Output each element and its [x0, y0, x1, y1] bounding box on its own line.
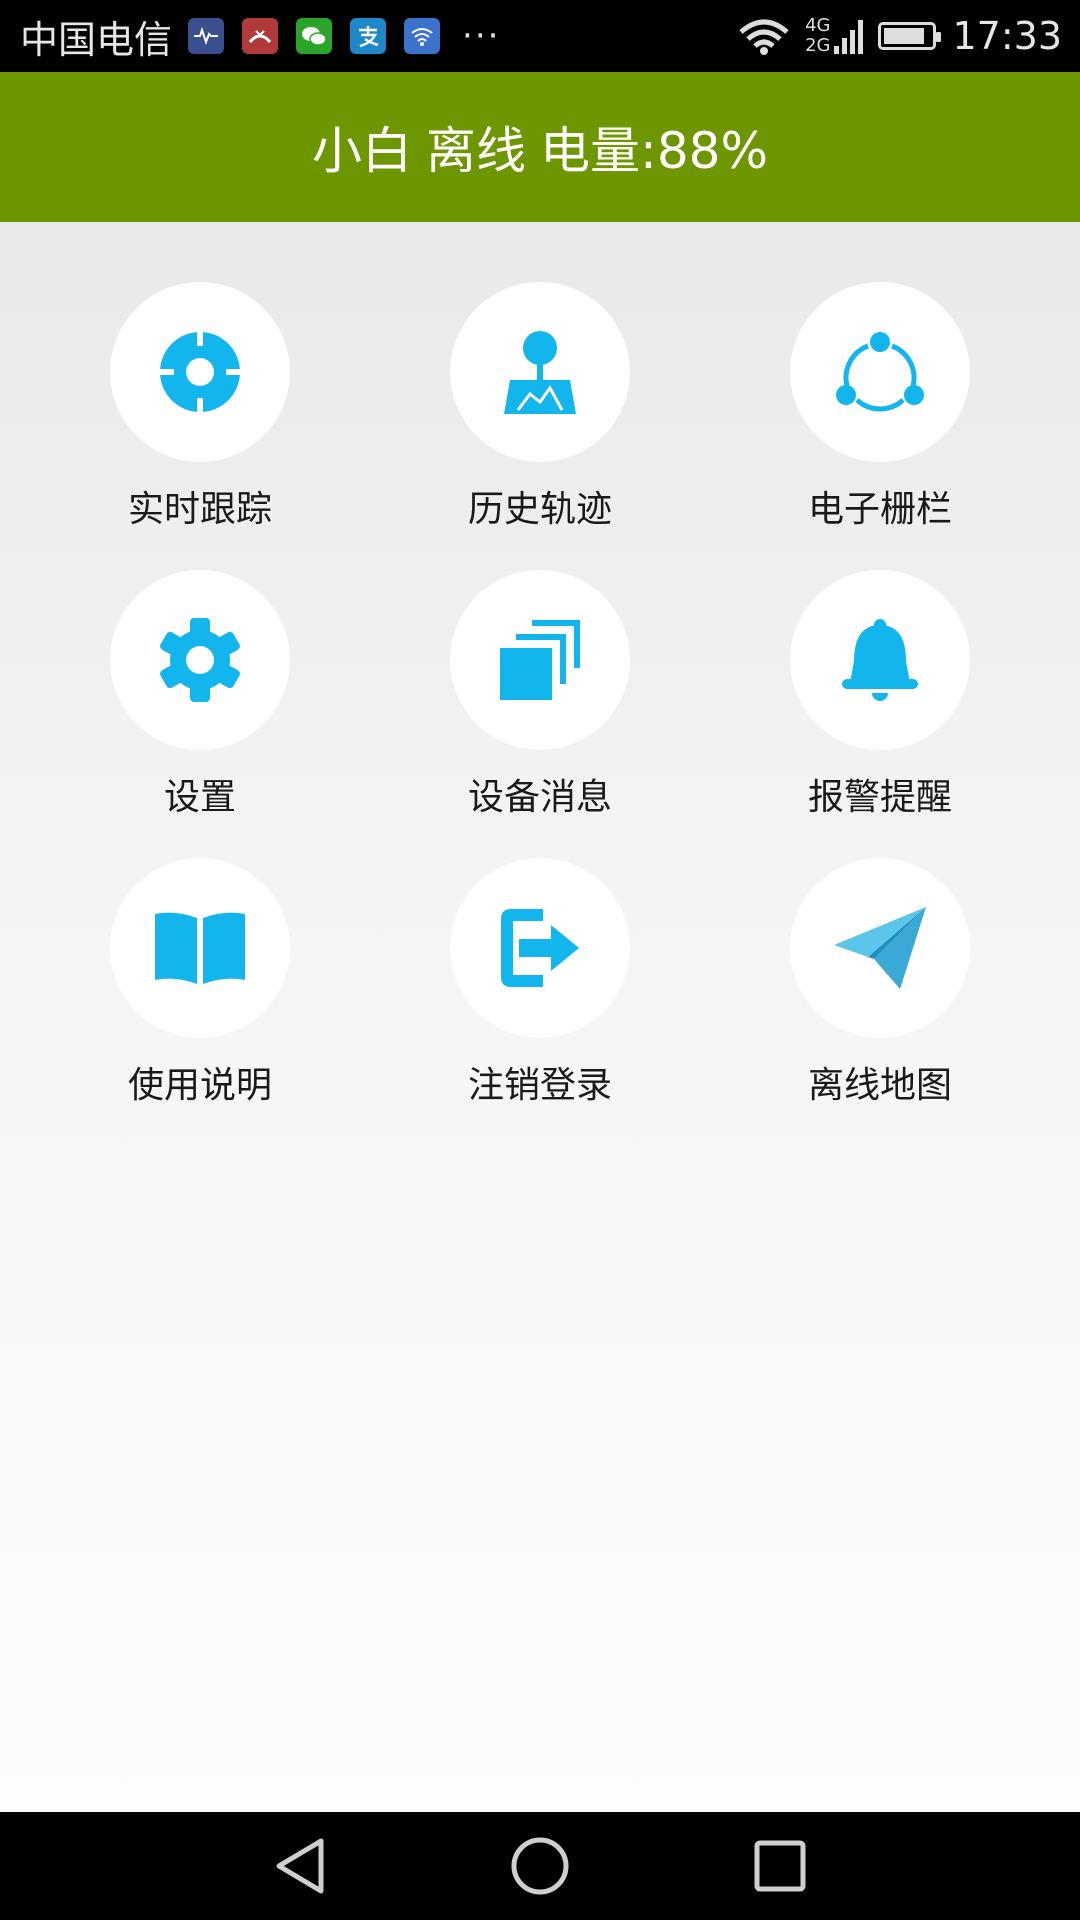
- battery-text: 电量:88%: [540, 122, 768, 180]
- wifi-app-icon: [404, 18, 441, 54]
- network-type-label: 4G 2G: [805, 15, 831, 56]
- menu-item-circle: [450, 282, 630, 462]
- menu-item-circle: [790, 570, 970, 750]
- menu-item-offline-map[interactable]: 离线地图: [710, 858, 1050, 1108]
- gear-icon: [160, 618, 240, 702]
- carrier-name: 中国电信: [20, 17, 173, 62]
- notification-icons: ···: [188, 16, 500, 56]
- menu-item-device-messages[interactable]: 设备消息: [370, 570, 710, 820]
- book-icon: [155, 912, 245, 984]
- menu-item-circle: [790, 858, 970, 1038]
- home-button[interactable]: [420, 1812, 660, 1920]
- home-circle-icon: [511, 1837, 569, 1895]
- menu-item-label: 历史轨迹: [467, 489, 612, 530]
- app-header: 小白 离线 电量:88%: [0, 72, 1080, 222]
- paper-plane-icon: [834, 907, 926, 989]
- system-nav-bar: [0, 1812, 1080, 1920]
- cell-signal-icon: [834, 20, 864, 54]
- menu-item-realtime-tracking[interactable]: 实时跟踪: [30, 282, 370, 532]
- back-button[interactable]: [180, 1812, 420, 1920]
- menu-item-alarm-reminder[interactable]: 报警提醒: [710, 570, 1050, 820]
- wifi-signal-icon: [739, 19, 789, 55]
- menu-grid: 实时跟踪 历史轨迹 电子栅栏 设置 设备消息 报警提醒 使用说明 注销登录 离线…: [0, 282, 1080, 1108]
- menu-item-circle: [110, 282, 290, 462]
- status-bar: 中国电信 ··· 4G 2G 17:33: [0, 0, 1080, 72]
- menu-item-label: 离线地图: [807, 1065, 952, 1106]
- menu-item-settings[interactable]: 设置: [30, 570, 370, 820]
- device-name: 小白: [312, 122, 412, 180]
- health-app-icon: [188, 18, 225, 54]
- menu-item-circle: [110, 570, 290, 750]
- stacked-pages-icon: [500, 620, 580, 700]
- device-status: 离线: [426, 122, 526, 180]
- menu-item-label: 使用说明: [127, 1065, 272, 1106]
- menu-item-circle: [110, 858, 290, 1038]
- menu-item-label: 注销登录: [467, 1065, 612, 1106]
- clock: 17:33: [952, 14, 1062, 58]
- missed-call-icon: [242, 18, 279, 54]
- recent-square-icon: [754, 1840, 806, 1892]
- logout-icon: [501, 909, 579, 987]
- back-triangle-icon: [276, 1838, 324, 1894]
- menu-item-label: 设置: [163, 777, 236, 818]
- recent-apps-button[interactable]: [660, 1812, 900, 1920]
- battery-icon: [878, 22, 942, 50]
- wechat-icon: [296, 18, 333, 54]
- menu-item-circle: [450, 858, 630, 1038]
- menu-item-label: 实时跟踪: [127, 489, 272, 530]
- menu-item-history-track[interactable]: 历史轨迹: [370, 282, 710, 532]
- menu-item-label: 报警提醒: [807, 777, 952, 818]
- main-content: 实时跟踪 历史轨迹 电子栅栏 设置 设备消息 报警提醒 使用说明 注销登录 离线…: [0, 222, 1080, 1812]
- menu-item-user-guide[interactable]: 使用说明: [30, 858, 370, 1108]
- menu-item-circle: [790, 282, 970, 462]
- menu-item-circle: [450, 570, 630, 750]
- alipay-icon: [350, 18, 387, 54]
- menu-item-logout[interactable]: 注销登录: [370, 858, 710, 1108]
- map-pin-icon: [504, 331, 576, 414]
- share-icon: [836, 332, 924, 412]
- menu-item-label: 电子栅栏: [807, 489, 952, 530]
- bell-icon: [842, 619, 918, 701]
- crosshair-icon: [158, 330, 242, 414]
- menu-item-label: 设备消息: [467, 777, 612, 818]
- more-notifications-icon: ···: [462, 16, 501, 56]
- menu-item-geofence[interactable]: 电子栅栏: [710, 282, 1050, 532]
